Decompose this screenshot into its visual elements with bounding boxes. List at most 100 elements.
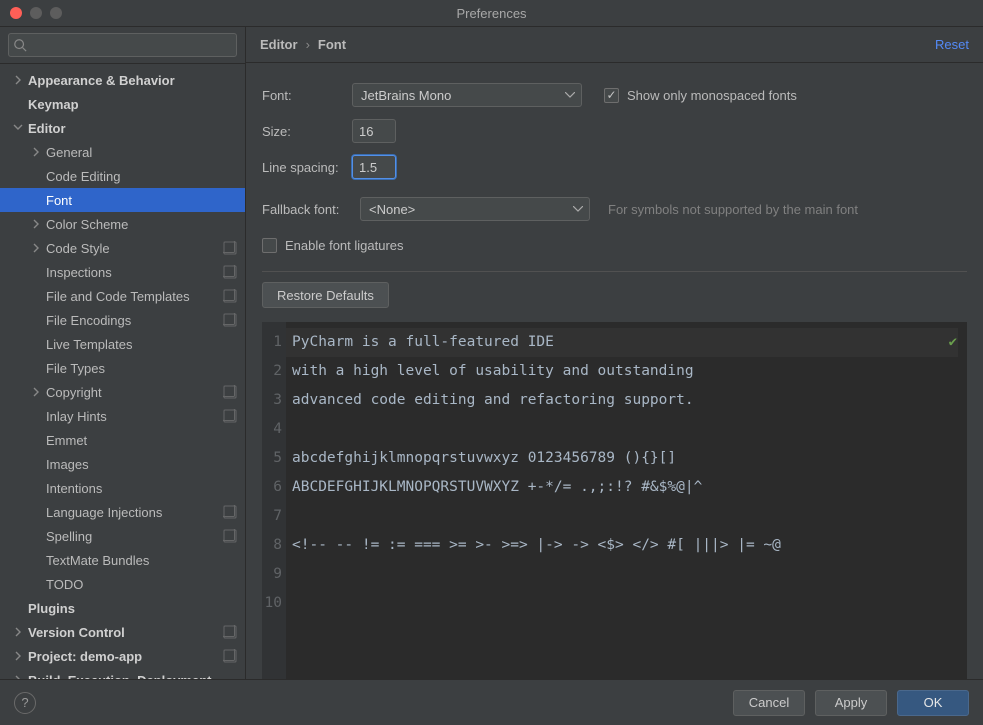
preview-line	[292, 560, 958, 589]
tree-item-intentions[interactable]: Intentions	[0, 476, 245, 500]
tree-item-project-demo-app[interactable]: Project: demo-app	[0, 644, 245, 668]
tree-item-label: Code Style	[46, 241, 223, 256]
profile-scope-icon	[223, 625, 237, 639]
ok-button[interactable]: OK	[897, 690, 969, 716]
tree-item-images[interactable]: Images	[0, 452, 245, 476]
checkbox-icon	[262, 238, 277, 253]
search-icon	[13, 38, 27, 52]
fallback-hint: For symbols not supported by the main fo…	[608, 202, 858, 217]
tree-item-label: Appearance & Behavior	[28, 73, 245, 88]
tree-item-todo[interactable]: TODO	[0, 572, 245, 596]
tree-item-label: Font	[46, 193, 245, 208]
cancel-button[interactable]: Cancel	[733, 690, 805, 716]
profile-scope-icon	[223, 649, 237, 663]
line-number: 3	[262, 386, 282, 415]
profile-scope-icon	[223, 385, 237, 399]
sidebar: Appearance & Behavior Keymap Editor General…	[0, 27, 246, 679]
fallback-select[interactable]: <None>	[360, 197, 590, 221]
window-maximize-button[interactable]	[50, 7, 62, 19]
reset-link[interactable]: Reset	[935, 37, 969, 52]
size-label: Size:	[262, 124, 352, 139]
tree-item-label: Project: demo-app	[28, 649, 223, 664]
tree-item-language-injections[interactable]: Language Injections	[0, 500, 245, 524]
tree-arrow-icon	[12, 627, 24, 637]
tree-item-editor[interactable]: Editor	[0, 116, 245, 140]
help-button[interactable]: ?	[14, 692, 36, 714]
profile-scope-icon	[223, 529, 237, 543]
tree-arrow-icon	[30, 243, 42, 253]
font-label: Font:	[262, 88, 352, 103]
tree-item-label: File and Code Templates	[46, 289, 223, 304]
tree-item-textmate-bundles[interactable]: TextMate Bundles	[0, 548, 245, 572]
line-number: 8	[262, 531, 282, 560]
chevron-right-icon: ›	[306, 37, 310, 52]
font-select-value: JetBrains Mono	[361, 88, 451, 103]
tree-item-label: TODO	[46, 577, 245, 592]
preview-line: advanced code editing and refactoring su…	[292, 386, 958, 415]
ligatures-checkbox[interactable]: Enable font ligatures	[262, 238, 404, 253]
tree-item-file-types[interactable]: File Types	[0, 356, 245, 380]
line-number: 4	[262, 415, 282, 444]
tree-item-inlay-hints[interactable]: Inlay Hints	[0, 404, 245, 428]
tree-item-spelling[interactable]: Spelling	[0, 524, 245, 548]
preview-line	[292, 502, 958, 531]
tree-item-label: General	[46, 145, 245, 160]
tree-item-appearance-behavior[interactable]: Appearance & Behavior	[0, 68, 245, 92]
profile-scope-icon	[223, 409, 237, 423]
window-minimize-button[interactable]	[30, 7, 42, 19]
apply-button[interactable]: Apply	[815, 690, 887, 716]
show-monospaced-checkbox[interactable]: Show only monospaced fonts	[604, 88, 797, 103]
tree-item-code-editing[interactable]: Code Editing	[0, 164, 245, 188]
checkmark-icon: ✔	[949, 328, 957, 356]
line-number: 5	[262, 444, 282, 473]
tree-item-build-execution-deployment[interactable]: Build, Execution, Deployment	[0, 668, 245, 679]
tree-item-version-control[interactable]: Version Control	[0, 620, 245, 644]
tree-item-label: TextMate Bundles	[46, 553, 245, 568]
line-number: 9	[262, 560, 282, 589]
divider	[262, 271, 967, 272]
size-input[interactable]	[352, 119, 396, 143]
font-select[interactable]: JetBrains Mono	[352, 83, 582, 107]
linespacing-input[interactable]	[352, 155, 396, 179]
tree-item-label: Plugins	[28, 601, 245, 616]
tree-item-emmet[interactable]: Emmet	[0, 428, 245, 452]
tree-item-label: Images	[46, 457, 245, 472]
preview-line	[292, 589, 958, 618]
line-number: 6	[262, 473, 282, 502]
tree-item-file-and-code-templates[interactable]: File and Code Templates	[0, 284, 245, 308]
tree-item-plugins[interactable]: Plugins	[0, 596, 245, 620]
tree-arrow-icon	[12, 75, 24, 85]
preview-line: abcdefghijklmnopqrstuvwxyz 0123456789 ()…	[292, 444, 958, 473]
settings-tree[interactable]: Appearance & Behavior Keymap Editor General…	[0, 64, 245, 679]
tree-arrow-icon	[12, 123, 24, 133]
tree-item-inspections[interactable]: Inspections	[0, 260, 245, 284]
tree-item-live-templates[interactable]: Live Templates	[0, 332, 245, 356]
titlebar: Preferences	[0, 0, 983, 27]
tree-item-label: Copyright	[46, 385, 223, 400]
tree-item-keymap[interactable]: Keymap	[0, 92, 245, 116]
tree-item-file-encodings[interactable]: File Encodings	[0, 308, 245, 332]
tree-item-general[interactable]: General	[0, 140, 245, 164]
restore-defaults-button[interactable]: Restore Defaults	[262, 282, 389, 308]
tree-arrow-icon	[30, 219, 42, 229]
tree-item-label: Live Templates	[46, 337, 245, 352]
tree-item-copyright[interactable]: Copyright	[0, 380, 245, 404]
tree-item-color-scheme[interactable]: Color Scheme	[0, 212, 245, 236]
window-title: Preferences	[0, 6, 983, 21]
tree-item-label: Spelling	[46, 529, 223, 544]
tree-arrow-icon	[12, 651, 24, 661]
tree-item-label: Keymap	[28, 97, 245, 112]
tree-item-label: Inspections	[46, 265, 223, 280]
tree-item-label: Code Editing	[46, 169, 245, 184]
tree-item-code-style[interactable]: Code Style	[0, 236, 245, 260]
dialog-footer: ? Cancel Apply OK	[0, 679, 983, 725]
tree-item-label: Editor	[28, 121, 245, 136]
show-monospaced-label: Show only monospaced fonts	[627, 88, 797, 103]
tree-item-label: File Types	[46, 361, 245, 376]
tree-item-font[interactable]: Font	[0, 188, 245, 212]
tree-arrow-icon	[30, 147, 42, 157]
search-input[interactable]	[8, 33, 237, 57]
window-close-button[interactable]	[10, 7, 22, 19]
fallback-select-value: <None>	[369, 202, 415, 217]
preview-line: PyCharm is a full-featured IDE	[286, 328, 958, 357]
